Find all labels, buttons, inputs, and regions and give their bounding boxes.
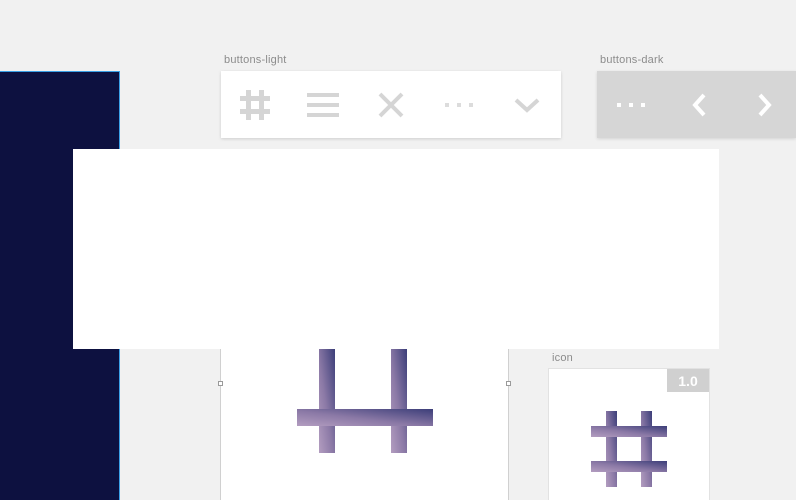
more-icon — [445, 102, 473, 107]
hash-icon-large — [297, 349, 433, 453]
chevron-down-button[interactable] — [493, 71, 561, 138]
chevron-down-icon — [514, 98, 540, 113]
artboard-label-buttons-light[interactable]: buttons-light — [224, 54, 287, 66]
more-button-dark[interactable] — [597, 71, 665, 138]
resize-handle-left[interactable] — [218, 381, 223, 386]
close-icon — [378, 92, 404, 117]
next-button[interactable] — [733, 71, 796, 138]
menu-button[interactable] — [289, 71, 357, 138]
more-button[interactable] — [425, 71, 493, 138]
previous-button[interactable] — [665, 71, 733, 138]
menu-icon — [307, 92, 339, 117]
hash-icon-small — [591, 411, 667, 487]
hash-icon — [240, 89, 270, 120]
overlay-panel — [73, 149, 719, 349]
buttons-light-artboard[interactable] — [221, 71, 561, 138]
artboard-label-icon[interactable]: icon — [552, 352, 573, 364]
chevron-right-icon — [758, 93, 772, 116]
scale-badge: 1.0 — [667, 369, 709, 392]
artboard-label-buttons-dark[interactable]: buttons-dark — [600, 54, 664, 66]
buttons-dark-artboard[interactable] — [597, 71, 796, 138]
resize-handle-right[interactable] — [506, 381, 511, 386]
icon-artboard[interactable]: 1.0 — [549, 369, 709, 500]
close-button[interactable] — [357, 71, 425, 138]
icon-large-artboard[interactable] — [218, 349, 511, 500]
hash-button[interactable] — [221, 71, 289, 138]
chevron-left-icon — [692, 93, 706, 116]
more-icon — [617, 102, 645, 107]
